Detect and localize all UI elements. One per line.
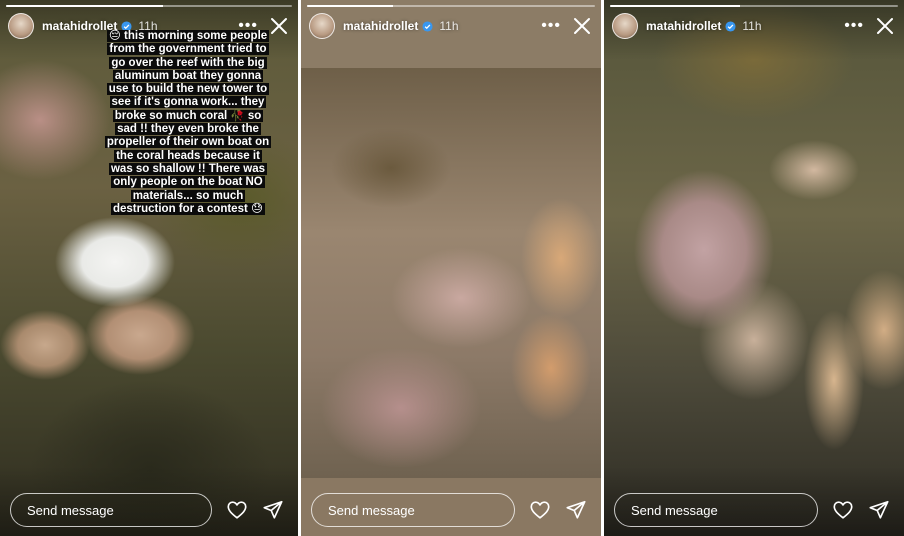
story-header: matahidrollet 11h ••• (612, 12, 894, 40)
story-progress-fill (307, 5, 394, 7)
story-progress-fill (6, 5, 164, 7)
username[interactable]: matahidrollet (646, 19, 721, 33)
heart-icon[interactable] (832, 499, 854, 521)
send-message-input[interactable]: Send message (614, 493, 818, 527)
story-progress-bar (610, 5, 898, 7)
story-photo-damaged-coral (604, 0, 904, 536)
close-icon[interactable] (270, 17, 288, 35)
send-message-input[interactable]: Send message (10, 493, 212, 527)
caption-text: 😔 this morning some people from the gove… (104, 30, 272, 215)
verified-badge-icon (725, 20, 736, 32)
verified-badge-icon (422, 20, 433, 32)
avatar[interactable] (8, 13, 34, 39)
close-icon[interactable] (876, 17, 894, 35)
story-footer: Send message (10, 492, 284, 528)
story-progress-bar (307, 5, 595, 7)
story-panel-2[interactable]: matahidrollet 11h ••• Send message (301, 0, 601, 536)
heart-icon[interactable] (529, 499, 551, 521)
heart-icon[interactable] (226, 499, 248, 521)
send-icon[interactable] (868, 499, 890, 521)
send-icon[interactable] (565, 499, 587, 521)
more-icon[interactable]: ••• (844, 18, 864, 34)
send-message-input[interactable]: Send message (311, 493, 515, 527)
story-footer: Send message (614, 492, 890, 528)
story-footer: Send message (311, 492, 587, 528)
post-time: 11h (742, 19, 762, 33)
post-time: 11h (439, 19, 459, 33)
more-icon[interactable]: ••• (541, 18, 561, 34)
story-progress-bar (6, 5, 292, 7)
story-panel-3[interactable]: matahidrollet 11h ••• Send message (604, 0, 904, 536)
story-caption: 😔 this morning some people from the gove… (104, 30, 272, 216)
close-icon[interactable] (573, 17, 591, 35)
story-header: matahidrollet 11h ••• (309, 12, 591, 40)
story-panel-1[interactable]: matahidrollet 11h ••• 😔 this morning som… (0, 0, 298, 536)
send-icon[interactable] (262, 499, 284, 521)
story-photo-broken-coral (301, 68, 601, 478)
avatar[interactable] (612, 13, 638, 39)
username[interactable]: matahidrollet (343, 19, 418, 33)
avatar[interactable] (309, 13, 335, 39)
story-progress-fill (610, 5, 740, 7)
